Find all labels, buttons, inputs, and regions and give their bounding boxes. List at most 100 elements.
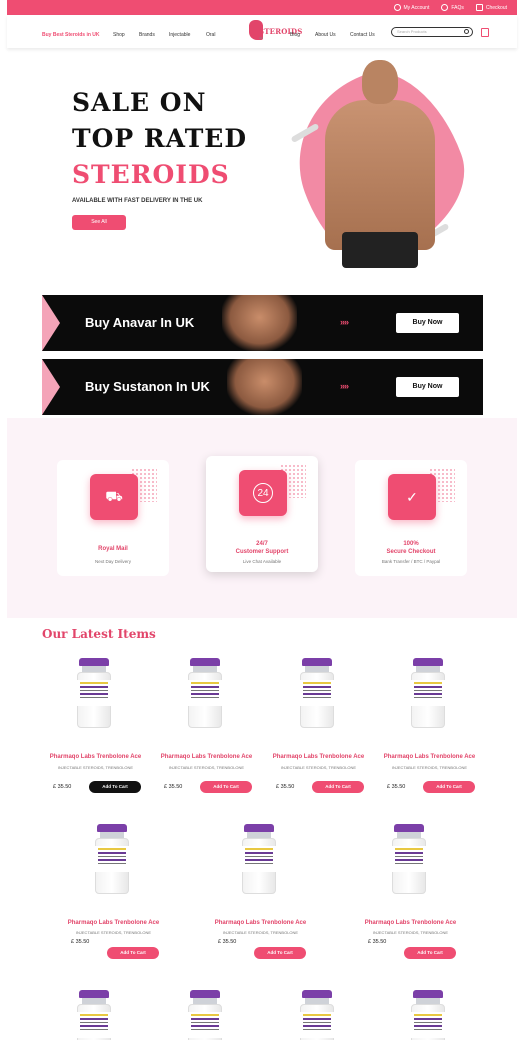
nav-oral[interactable]: Oral: [206, 32, 215, 38]
product-card[interactable]: Pharmaqo Labs Trenbolone Ace INJECTABLE …: [61, 824, 166, 964]
product-category: INJECTABLE STEROIDS, TRENBOLONE: [372, 930, 449, 935]
my-account-link[interactable]: My Account: [393, 4, 429, 11]
product-price: £ 35.50: [218, 939, 237, 945]
shield-check-icon: ✓: [388, 474, 436, 520]
product-image[interactable]: [75, 990, 113, 1040]
add-to-cart-button[interactable]: Add To Cart: [89, 781, 141, 793]
product-card[interactable]: [377, 990, 482, 1040]
product-category: INJECTABLE STEROIDS, TRENBOLONE: [222, 930, 299, 935]
product-price: £ 35.50: [368, 939, 387, 945]
banner-stripe: [42, 295, 60, 351]
product-price: £ 35.50: [164, 784, 183, 790]
product-price: £ 35.50: [387, 784, 406, 790]
product-name[interactable]: Pharmaqo Labs Trenbolone Ace: [377, 754, 482, 760]
main-nav: Buy Best Steroids in UK Shop Brands Inje…: [7, 15, 517, 48]
product-card[interactable]: Pharmaqo Labs Trenbolone Ace INJECTABLE …: [266, 658, 371, 798]
truck-icon: ⛟: [90, 474, 138, 520]
chevrons-icon: »»: [340, 317, 349, 327]
banner-model-image: [227, 359, 302, 415]
site-logo[interactable]: STEROIDS UK: [247, 20, 302, 46]
checkout-link[interactable]: Checkout: [475, 4, 507, 11]
banner-anavar[interactable]: Buy Anavar In UK »» Buy Now: [42, 295, 483, 351]
product-price: £ 35.50: [71, 939, 90, 945]
banner-title: Buy Sustanon In UK: [85, 379, 210, 394]
product-image[interactable]: [186, 990, 224, 1040]
add-to-cart-button[interactable]: Add To Cart: [423, 781, 475, 793]
banner-stripe: [42, 359, 60, 415]
banner-model-image: [222, 295, 297, 351]
product-card[interactable]: Pharmaqo Labs Trenbolone Ace INJECTABLE …: [154, 658, 259, 798]
add-to-cart-button[interactable]: Add To Cart: [200, 781, 252, 793]
model-shorts: [342, 232, 418, 268]
model-torso: [325, 100, 435, 250]
product-name[interactable]: Pharmaqo Labs Trenbolone Ace: [61, 920, 166, 926]
nav-injectable[interactable]: Injectable: [169, 32, 190, 38]
product-name[interactable]: Pharmaqo Labs Trenbolone Ace: [154, 754, 259, 760]
nav-buy-best-steroids[interactable]: Buy Best Steroids in UK: [42, 32, 100, 38]
product-card[interactable]: Pharmaqo Labs Trenbolone Ace INJECTABLE …: [377, 658, 482, 798]
nav-about-us[interactable]: About Us: [315, 32, 336, 38]
product-category: INJECTABLE STEROIDS, TRENBOLONE: [57, 765, 134, 770]
cart-icon[interactable]: [481, 28, 489, 37]
product-image[interactable]: [75, 658, 113, 728]
nav-shop[interactable]: Shop: [113, 32, 125, 38]
product-image[interactable]: [186, 658, 224, 728]
product-price: £ 35.50: [53, 784, 72, 790]
banner-sustanon[interactable]: Buy Sustanon In UK »» Buy Now: [42, 359, 483, 415]
product-category: INJECTABLE STEROIDS, TRENBOLONE: [75, 930, 152, 935]
product-image[interactable]: [240, 824, 278, 894]
checkout-icon: [475, 4, 483, 11]
feature-sub: Live Chat Available: [242, 559, 282, 564]
nav-contact-us[interactable]: Contact Us: [350, 32, 375, 38]
product-card[interactable]: Pharmaqo Labs Trenbolone Ace INJECTABLE …: [43, 658, 148, 798]
buy-now-button[interactable]: Buy Now: [396, 313, 459, 333]
add-to-cart-button[interactable]: Add To Cart: [404, 947, 456, 959]
product-card[interactable]: [154, 990, 259, 1040]
product-category: INJECTABLE STEROIDS, TRENBOLONE: [391, 765, 468, 770]
product-name[interactable]: Pharmaqo Labs Trenbolone Ace: [358, 920, 463, 926]
product-name[interactable]: Pharmaqo Labs Trenbolone Ace: [43, 754, 148, 760]
product-name[interactable]: Pharmaqo Labs Trenbolone Ace: [266, 754, 371, 760]
product-card[interactable]: [43, 990, 148, 1040]
hero-subtitle: AVAILABLE WITH FAST DELIVERY IN THE UK: [72, 198, 203, 204]
feature-sub: Next Day Delivery: [94, 559, 131, 564]
product-name[interactable]: Pharmaqo Labs Trenbolone Ace: [208, 920, 313, 926]
see-all-button[interactable]: See All: [72, 215, 126, 230]
cart-icon: [441, 4, 449, 11]
feature-title: 100% Secure Checkout: [386, 541, 436, 555]
hero-image: [274, 53, 486, 277]
nav-blog[interactable]: Blog: [290, 32, 300, 38]
product-card[interactable]: [266, 990, 371, 1040]
add-to-cart-button[interactable]: Add To Cart: [107, 947, 159, 959]
product-card[interactable]: Pharmaqo Labs Trenbolone Ace INJECTABLE …: [208, 824, 313, 964]
top-bar: My Account FAQs Checkout: [7, 0, 517, 15]
faqs-link[interactable]: FAQs: [441, 4, 464, 11]
product-image[interactable]: [298, 658, 336, 728]
product-image[interactable]: [93, 824, 131, 894]
model-head: [362, 60, 398, 104]
add-to-cart-button[interactable]: Add To Cart: [254, 947, 306, 959]
feature-title: 24/7 Customer Support: [235, 541, 289, 555]
add-to-cart-button[interactable]: Add To Cart: [312, 781, 364, 793]
product-image[interactable]: [409, 658, 447, 728]
clock-24-icon: 24: [239, 470, 287, 516]
product-image[interactable]: [390, 824, 428, 894]
feature-card-checkout: ✓ 100% Secure Checkout Bank Transfer / B…: [355, 460, 467, 576]
search-icon[interactable]: [464, 29, 469, 34]
search-input[interactable]: Search Products: [391, 27, 473, 37]
product-card[interactable]: Pharmaqo Labs Trenbolone Ace INJECTABLE …: [358, 824, 463, 964]
user-icon: [393, 4, 401, 11]
buy-now-button[interactable]: Buy Now: [396, 377, 459, 397]
product-image[interactable]: [409, 990, 447, 1040]
feature-card-delivery: ⛟ Royal Mail Next Day Delivery: [57, 460, 169, 576]
latest-items-heading: Our Latest Items: [42, 627, 156, 641]
chevrons-icon: »»: [340, 381, 349, 391]
banner-title: Buy Anavar In UK: [85, 315, 195, 330]
product-category: INJECTABLE STEROIDS, TRENBOLONE: [280, 765, 357, 770]
hero-title-line3: STEROIDS: [72, 160, 230, 189]
nav-brands[interactable]: Brands: [139, 32, 155, 38]
product-image[interactable]: [298, 990, 336, 1040]
feature-sub: Bank Transfer / BTC / Paypal: [381, 559, 441, 564]
feature-title: Royal Mail: [98, 546, 128, 552]
features-section: ⛟ Royal Mail Next Day Delivery 24 24/7 C…: [7, 418, 517, 618]
